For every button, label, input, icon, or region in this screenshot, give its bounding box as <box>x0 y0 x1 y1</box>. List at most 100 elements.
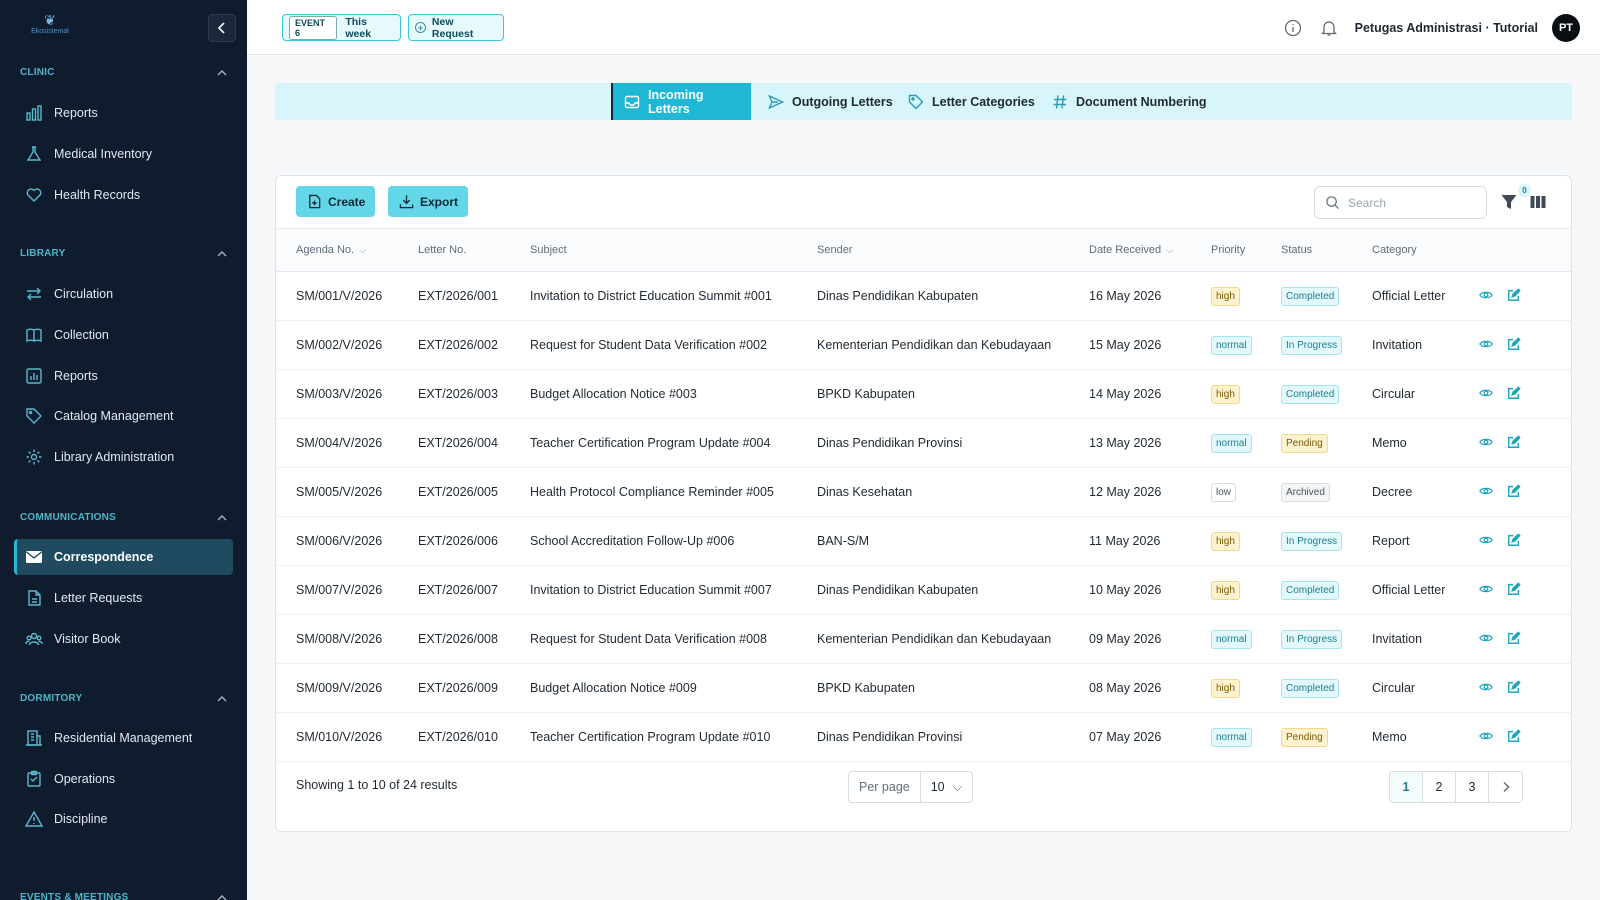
user-name[interactable]: Petugas Administrasi · Tutorial <box>1355 21 1538 35</box>
view-eye-icon[interactable] <box>1478 385 1494 401</box>
view-eye-icon[interactable] <box>1478 679 1494 695</box>
event-count-badge: EVENT 6 <box>289 15 338 40</box>
date-received-cell: 15 May 2026 <box>1089 320 1211 370</box>
status-cell: Completed <box>1281 663 1372 713</box>
cell-text: 15 May 2026 <box>1089 338 1162 352</box>
cell-text: 10 May 2026 <box>1089 583 1162 597</box>
columns-icon[interactable] <box>1529 193 1547 211</box>
sort-chevron-icon[interactable]: ⌵ <box>359 245 366 256</box>
create-button[interactable]: Create <box>296 186 376 217</box>
sidebar-item-catalog-management[interactable]: Catalog Management <box>14 398 233 434</box>
sidebar-item-residential-management[interactable]: Residential Management <box>14 720 233 756</box>
section-dormitory[interactable]: DORMITORY <box>20 689 227 707</box>
column-label: Letter No. <box>418 244 467 256</box>
sidebar-item-medical-inventory[interactable]: Medical Inventory <box>14 136 233 172</box>
sort-chevron-icon[interactable]: ⌵ <box>1166 245 1173 256</box>
table-row[interactable]: SM/010/V/2026 EXT/2026/010 Teacher Certifi… <box>276 712 1571 762</box>
status-cell: Completed <box>1281 271 1372 321</box>
page-button-1[interactable]: 1 <box>1390 772 1423 802</box>
sidebar-item-health-records[interactable]: Health Records <box>14 177 233 213</box>
edit-icon[interactable] <box>1506 630 1522 646</box>
view-eye-icon[interactable] <box>1478 287 1494 303</box>
tag-icon <box>24 406 44 426</box>
new-request-button[interactable]: + New Request <box>408 14 504 41</box>
col-date-received[interactable]: Date Received ⌵ <box>1089 228 1211 272</box>
bell-icon[interactable] <box>1319 18 1339 38</box>
new-request-label: New Request <box>431 15 474 40</box>
search-box[interactable] <box>1314 186 1487 219</box>
edit-icon[interactable] <box>1506 336 1522 352</box>
section-clinic[interactable]: CLINIC <box>20 63 227 81</box>
table-row[interactable]: SM/007/V/2026 EXT/2026/007 Invitation to D… <box>276 565 1571 615</box>
sidebar-item-correspondence[interactable]: Correspondence <box>14 539 233 575</box>
view-eye-icon[interactable] <box>1478 581 1494 597</box>
next-page-button[interactable] <box>1489 772 1522 802</box>
edit-icon[interactable] <box>1506 679 1522 695</box>
avatar[interactable]: PT <box>1552 13 1580 42</box>
per-page-select[interactable]: Per page 10 ⌵ <box>848 771 974 803</box>
view-eye-icon[interactable] <box>1478 483 1494 499</box>
cell-text: Memo <box>1372 436 1407 450</box>
page-button-3[interactable]: 3 <box>1456 772 1489 802</box>
col-agenda-no[interactable]: Agenda No. ⌵ <box>276 228 418 272</box>
view-eye-icon[interactable] <box>1478 532 1494 548</box>
sidebar-item-discipline[interactable]: Discipline <box>14 801 233 837</box>
edit-icon[interactable] <box>1506 728 1522 744</box>
priority-cell: normal <box>1211 320 1281 370</box>
sidebar-item-library-administration[interactable]: Library Administration <box>14 439 233 475</box>
sidebar-item-visitor-book[interactable]: Visitor Book <box>14 621 233 657</box>
sidebar-item-clinic-reports[interactable]: Reports <box>14 95 233 131</box>
sidebar-item-operations[interactable]: Operations <box>14 761 233 797</box>
section-communications[interactable]: COMMUNICATIONS <box>20 508 227 526</box>
create-label: Create <box>328 194 366 209</box>
actions-cell <box>1478 516 1571 566</box>
tab-letter-categories[interactable]: Letter Categories <box>908 83 1035 120</box>
edit-icon[interactable] <box>1506 581 1522 597</box>
priority-badge: high <box>1211 580 1240 600</box>
table-row[interactable]: SM/001/V/2026 EXT/2026/001 Invitation to D… <box>276 271 1571 321</box>
edit-icon[interactable] <box>1506 434 1522 450</box>
cell-text: 16 May 2026 <box>1089 289 1162 303</box>
view-eye-icon[interactable] <box>1478 630 1494 646</box>
status-cell: Pending <box>1281 418 1372 468</box>
section-events-meetings[interactable]: EVENTS & MEETINGS <box>20 888 227 900</box>
info-icon[interactable] <box>1283 18 1303 38</box>
edit-icon[interactable] <box>1506 385 1522 401</box>
table-row[interactable]: SM/008/V/2026 EXT/2026/008 Request for Stu… <box>276 614 1571 664</box>
tab-outgoing-letters[interactable]: Outgoing Letters <box>768 83 893 120</box>
table-row[interactable]: SM/009/V/2026 EXT/2026/009 Budget Allocati… <box>276 663 1571 713</box>
cell-text: Dinas Kesehatan <box>817 485 913 499</box>
sidebar-item-letter-requests[interactable]: Letter Requests <box>14 580 233 616</box>
export-button[interactable]: Export <box>388 186 469 217</box>
table-body: SM/001/V/2026 EXT/2026/001 Invitation to D… <box>276 271 1571 762</box>
status-badge: Completed <box>1281 678 1340 698</box>
col-category: Category <box>1372 228 1478 272</box>
edit-icon[interactable] <box>1506 483 1522 499</box>
date-received-cell: 09 May 2026 <box>1089 614 1211 664</box>
view-eye-icon[interactable] <box>1478 728 1494 744</box>
tab-document-numbering[interactable]: Document Numbering <box>1052 83 1207 120</box>
app-logo[interactable]: ❦ Ekosistemal <box>30 12 70 40</box>
sidebar-item-circulation[interactable]: Circulation <box>14 276 233 312</box>
table-row[interactable]: SM/004/V/2026 EXT/2026/004 Teacher Certifi… <box>276 418 1571 468</box>
section-library[interactable]: LIBRARY <box>20 244 227 262</box>
page-button-2[interactable]: 2 <box>1423 772 1456 802</box>
view-eye-icon[interactable] <box>1478 336 1494 352</box>
event-week-chip[interactable]: EVENT 6 This week <box>282 14 401 41</box>
sidebar-item-collection[interactable]: Collection <box>14 317 233 353</box>
table-row[interactable]: SM/006/V/2026 EXT/2026/006 School Accredit… <box>276 516 1571 566</box>
sidebar-collapse-button[interactable] <box>208 14 236 42</box>
sidebar-item-label: Visitor Book <box>54 632 121 646</box>
edit-icon[interactable] <box>1506 532 1522 548</box>
per-page-value-wrap[interactable]: 10 ⌵ <box>921 780 972 795</box>
cell-text: School Accreditation Follow-Up #006 <box>530 534 735 548</box>
filter-icon[interactable] <box>1500 193 1518 211</box>
tab-incoming-letters[interactable]: Incoming Letters <box>611 83 751 120</box>
table-row[interactable]: SM/003/V/2026 EXT/2026/003 Budget Allocati… <box>276 369 1571 419</box>
view-eye-icon[interactable] <box>1478 434 1494 450</box>
edit-icon[interactable] <box>1506 287 1522 303</box>
sidebar-item-library-reports[interactable]: Reports <box>14 358 233 394</box>
table-row[interactable]: SM/005/V/2026 EXT/2026/005 Health Protocol… <box>276 467 1571 517</box>
table-row[interactable]: SM/002/V/2026 EXT/2026/002 Request for Stu… <box>276 320 1571 370</box>
search-input[interactable] <box>1348 195 1468 210</box>
